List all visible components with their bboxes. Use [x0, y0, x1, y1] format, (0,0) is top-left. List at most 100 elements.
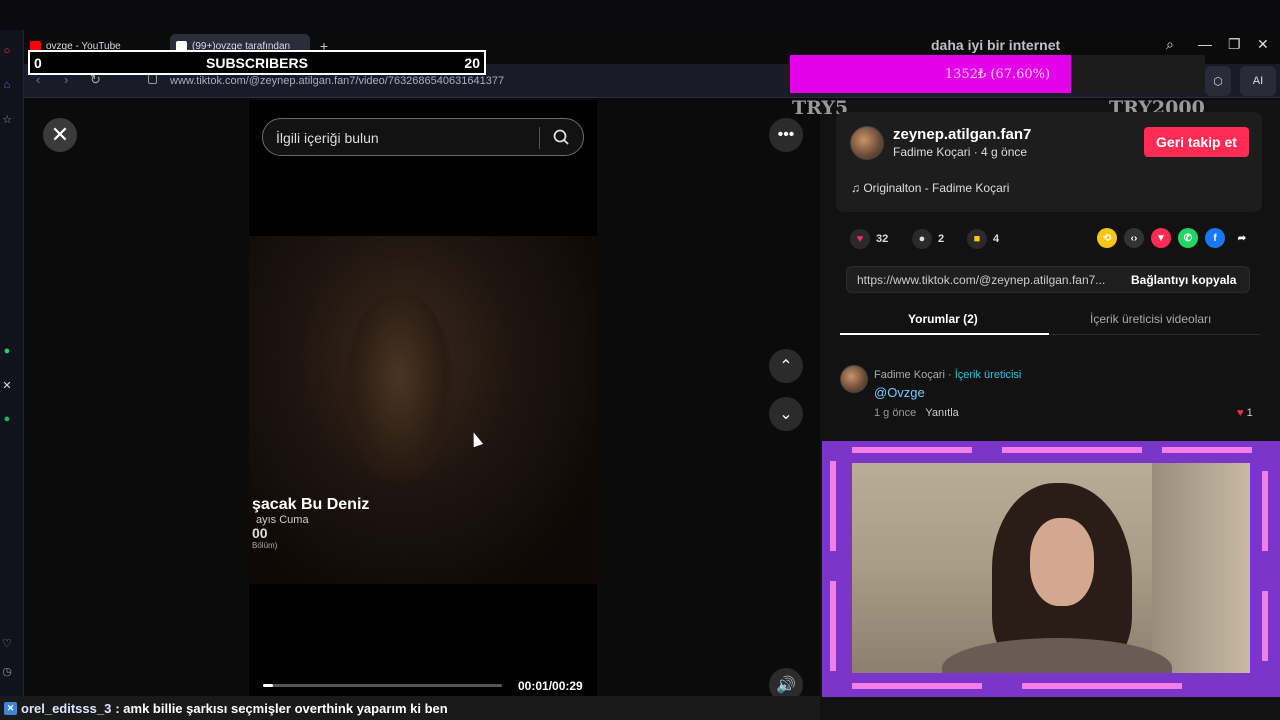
x-icon[interactable]: ✕	[0, 378, 14, 392]
screen: ○ ⌂ ☆ ● ✕ ● ♡ ◷ ovzge - YouTube (99+)ovz…	[0, 0, 1280, 720]
comment-author-row: Fadime Koçari · İçerik üreticisi	[874, 369, 1022, 381]
home-icon[interactable]: ⌂	[0, 78, 14, 92]
comment-stat[interactable]: ● 2	[912, 229, 944, 249]
title-bar	[0, 0, 1280, 30]
donation-goal-bar: 1352₺ (67.60%)	[790, 55, 1205, 93]
tab-comments[interactable]: Yorumlar (2)	[908, 312, 978, 326]
subscriber-current: 0	[34, 55, 42, 71]
share-arrow-icon[interactable]: ➦	[1232, 228, 1252, 248]
comment-icon[interactable]: ●	[912, 229, 932, 249]
save-stat[interactable]: ■ 4	[967, 229, 999, 249]
video-progress[interactable]	[263, 684, 502, 687]
frame-stripe	[1002, 447, 1142, 453]
save-count: 4	[993, 233, 1000, 245]
video-caption-note: Bölüm)	[252, 541, 278, 550]
video-content	[344, 291, 454, 481]
frame-stripe	[1022, 683, 1182, 689]
frame-stripe	[852, 447, 972, 453]
copy-link-button[interactable]: Bağlantıyı kopyala	[1131, 273, 1236, 287]
reply-button[interactable]: Yanıtla	[925, 407, 958, 419]
video-progress-fill	[263, 684, 273, 687]
comment-meta: 1 g önce Yanıtla	[874, 407, 959, 419]
opera-logo-icon[interactable]: ○	[0, 44, 14, 58]
close-video-button[interactable]: ✕	[43, 118, 77, 152]
subscriber-label: SUBSCRIBERS	[206, 55, 308, 71]
whatsapp-icon[interactable]: ●	[0, 344, 14, 358]
webcam-frame	[822, 441, 1280, 697]
person-face	[1030, 518, 1094, 606]
frame-stripe	[1262, 591, 1268, 661]
star-icon[interactable]: ☆	[0, 112, 14, 126]
music-note-icon: ♫	[851, 181, 860, 195]
frame-stripe	[830, 581, 836, 671]
chat-username: orel_editsss_3	[21, 700, 112, 716]
music-label: Originalton - Fadime Koçari	[863, 181, 1010, 195]
follow-back-button[interactable]: Geri takip et	[1144, 127, 1249, 157]
minimize-icon[interactable]: —	[1198, 36, 1212, 52]
comment-heart-icon[interactable]: ♥	[1237, 407, 1244, 419]
link-url[interactable]: https://www.tiktok.com/@zeynep.atilgan.f…	[857, 273, 1119, 287]
frame-stripe	[852, 683, 982, 689]
background-door	[1152, 463, 1250, 673]
tab-creator-videos[interactable]: İçerik üreticisi videoları	[1090, 312, 1211, 326]
subscriber-goal: 0 SUBSCRIBERS 20	[28, 50, 486, 75]
history-icon[interactable]: ◷	[0, 664, 14, 678]
comment-like-count: 1	[1246, 407, 1253, 419]
heart-icon[interactable]: ♡	[0, 636, 14, 650]
subscriber-target: 20	[464, 55, 480, 71]
link-box: https://www.tiktok.com/@zeynep.atilgan.f…	[846, 266, 1250, 293]
chat-ticker: ✕ orel_editsss_3 : amk billie şarkısı se…	[0, 696, 820, 720]
comment-text[interactable]: @Ovzge	[874, 385, 925, 400]
bookmark-icon[interactable]: ■	[967, 229, 987, 249]
comment-like[interactable]: ♥ 1	[1237, 407, 1253, 419]
next-video-icon[interactable]: ⌄	[769, 397, 803, 431]
frame-stripe	[830, 461, 836, 551]
person-body	[942, 638, 1172, 673]
spotify-icon[interactable]: ●	[0, 412, 14, 426]
repost-icon[interactable]: ⟲	[1097, 228, 1117, 248]
avatar[interactable]	[850, 126, 884, 160]
promo-text: daha iyi bir internet	[931, 37, 1061, 53]
heart-icon[interactable]: ♥	[850, 229, 870, 249]
frame-stripe	[1162, 447, 1252, 453]
search-icon[interactable]: ⌕	[1166, 36, 1174, 53]
donation-goal-text: 1352₺ (67.60%)	[944, 66, 1051, 82]
chat-platform-icon: ✕	[4, 701, 17, 715]
video-player[interactable]	[249, 236, 597, 584]
tab-active-indicator	[840, 333, 1049, 335]
creator-badge: İçerik üreticisi	[954, 369, 1022, 381]
post-meta: Fadime Koçari · 4 g önce	[893, 145, 1028, 159]
whatsapp-share-icon[interactable]: ✆	[1178, 228, 1198, 248]
video-caption-title: şacak Bu Deniz	[252, 496, 370, 513]
comment-author[interactable]: Fadime Koçari	[874, 369, 945, 381]
video-time: 00:01/00:29	[518, 679, 583, 693]
comment-avatar[interactable]	[840, 365, 868, 393]
extension-icon[interactable]: ⬡	[1205, 66, 1231, 96]
post-username[interactable]: zeynep.atilgan.fan7	[893, 126, 1031, 143]
music-row[interactable]: ♫ Originalton - Fadime Koçari	[851, 181, 1009, 195]
close-window-icon[interactable]: ✕	[1257, 36, 1269, 53]
comment-count: 2	[938, 233, 945, 245]
search-input[interactable]: İlgili içeriği bulun	[276, 130, 379, 146]
embed-icon[interactable]: ‹›	[1124, 228, 1144, 248]
webcam-feed	[852, 463, 1250, 673]
ai-button-label: AI	[1252, 75, 1264, 87]
browser-sidebar: ○ ⌂ ☆ ● ✕ ● ♡ ◷	[0, 30, 24, 720]
comment-age: 1 g önce	[874, 407, 917, 419]
chat-message: : amk billie şarkısı seçmişler overthink…	[115, 700, 448, 716]
video-caption-time: 00	[252, 525, 268, 541]
url-field[interactable]: www.tiktok.com/@zeynep.atilgan.fan7/vide…	[170, 75, 504, 87]
related-search[interactable]: İlgili içeriği bulun	[262, 118, 584, 156]
previous-video-icon[interactable]: ⌃	[769, 349, 803, 383]
maximize-icon[interactable]: ❐	[1228, 36, 1241, 53]
send-icon[interactable]: ▼	[1151, 228, 1171, 248]
lock-icon	[148, 74, 157, 84]
facebook-icon[interactable]: f	[1205, 228, 1225, 248]
ai-button[interactable]: AI	[1240, 66, 1276, 96]
search-icon[interactable]	[553, 129, 569, 145]
frame-stripe	[1262, 471, 1268, 551]
like-count: 32	[876, 233, 889, 245]
more-options-icon[interactable]: •••	[769, 118, 803, 152]
like-stat[interactable]: ♥ 32	[850, 229, 888, 249]
search-divider	[539, 127, 540, 149]
